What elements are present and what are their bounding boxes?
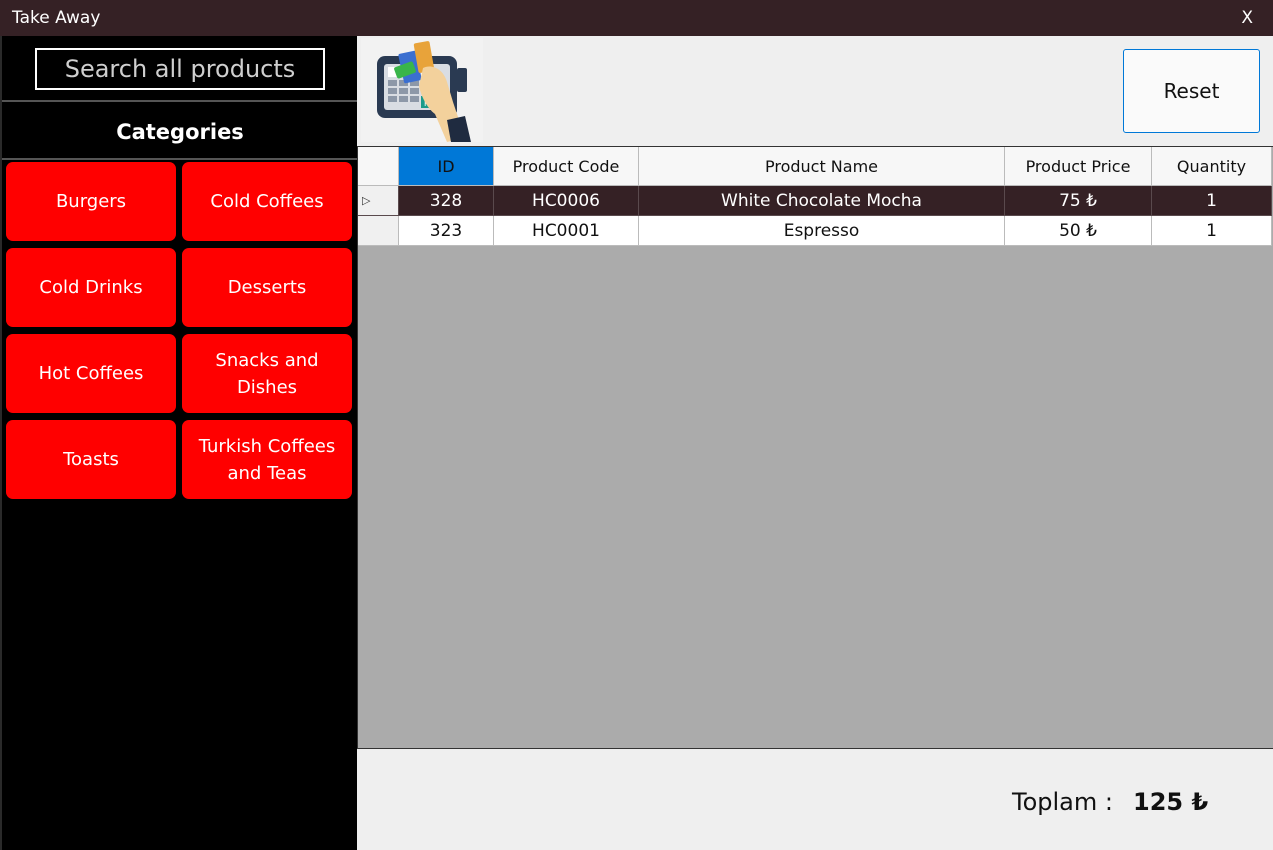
column-header-product-price[interactable]: Product Price	[1005, 147, 1152, 186]
cell-product-name[interactable]: White Chocolate Mocha	[639, 186, 1005, 216]
column-header-quantity[interactable]: Quantity	[1152, 147, 1272, 186]
category-button-snacks-and-dishes[interactable]: Snacks and Dishes	[182, 334, 352, 413]
take-away-window: Take Away X Search all products Categori…	[0, 0, 1273, 850]
window-title: Take Away	[12, 8, 101, 28]
table-row[interactable]: ▷ 328 HC0006 White Chocolate Mocha 75 ₺ …	[358, 186, 1272, 216]
column-header-id[interactable]: ID	[399, 147, 494, 186]
cell-quantity[interactable]: 1	[1152, 216, 1272, 246]
title-bar: Take Away X	[0, 0, 1273, 36]
category-button-burgers[interactable]: Burgers	[6, 162, 176, 241]
search-area: Search all products	[2, 36, 358, 102]
category-button-turkish-coffees-and-teas[interactable]: Turkish Coffees and Teas	[182, 420, 352, 499]
cell-product-price[interactable]: 50 ₺	[1005, 216, 1152, 246]
close-button[interactable]: X	[1241, 8, 1253, 28]
row-pointer-icon[interactable]: ▷	[358, 186, 399, 216]
table-row[interactable]: 323 HC0001 Espresso 50 ₺ 1	[358, 216, 1272, 246]
category-button-desserts[interactable]: Desserts	[182, 248, 352, 327]
row-header-corner	[358, 147, 399, 186]
search-input[interactable]: Search all products	[35, 48, 325, 90]
cell-id[interactable]: 323	[399, 216, 494, 246]
main-panel: PA Reset ID Product Code Product Name Pr…	[357, 36, 1273, 850]
sidebar: Search all products Categories Burgers C…	[0, 36, 358, 850]
payment-terminal-icon: PA	[361, 38, 483, 142]
categories-title: Categories	[2, 104, 358, 160]
cell-product-code[interactable]: HC0006	[494, 186, 639, 216]
cell-product-name[interactable]: Espresso	[639, 216, 1005, 246]
category-button-cold-drinks[interactable]: Cold Drinks	[6, 248, 176, 327]
order-table: ID Product Code Product Name Product Pri…	[357, 146, 1273, 749]
total-value: 125 ₺	[1133, 788, 1209, 816]
cell-quantity[interactable]: 1	[1152, 186, 1272, 216]
total-label: Toplam :	[1012, 788, 1113, 816]
category-button-hot-coffees[interactable]: Hot Coffees	[6, 334, 176, 413]
category-button-cold-coffees[interactable]: Cold Coffees	[182, 162, 352, 241]
row-header[interactable]	[358, 216, 399, 246]
column-header-product-name[interactable]: Product Name	[639, 147, 1005, 186]
reset-button[interactable]: Reset	[1123, 49, 1260, 133]
category-button-toasts[interactable]: Toasts	[6, 420, 176, 499]
cell-id[interactable]: 328	[399, 186, 494, 216]
cell-product-price[interactable]: 75 ₺	[1005, 186, 1152, 216]
cell-product-code[interactable]: HC0001	[494, 216, 639, 246]
column-header-product-code[interactable]: Product Code	[494, 147, 639, 186]
